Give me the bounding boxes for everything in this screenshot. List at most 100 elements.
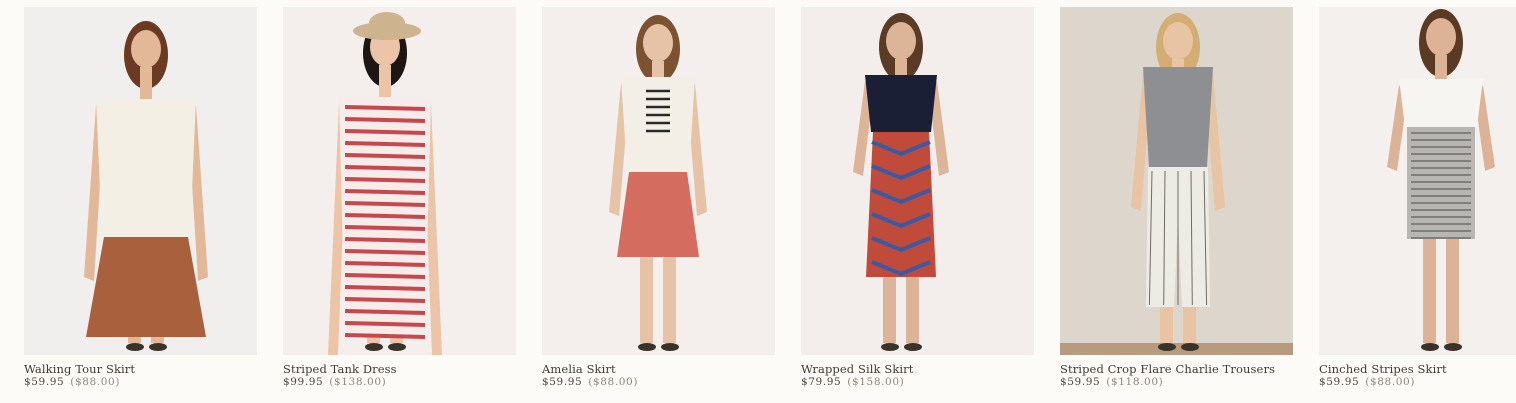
product-price: $79.95 ($158.00) xyxy=(801,376,1034,389)
product-image[interactable] xyxy=(542,7,775,355)
left-shoe xyxy=(638,343,656,351)
product-name[interactable]: Striped Crop Flare Charlie Trousers xyxy=(1060,363,1293,376)
product-image[interactable] xyxy=(1060,7,1293,355)
sale-price: $59.95 xyxy=(24,376,65,388)
product-grid: Walking Tour Skirt $59.95 ($88.00) Strip… xyxy=(0,0,1516,403)
product-name[interactable]: Walking Tour Skirt xyxy=(24,363,257,376)
product-name[interactable]: Amelia Skirt xyxy=(542,363,775,376)
product-card[interactable]: Walking Tour Skirt $59.95 ($88.00) xyxy=(24,7,257,389)
model-photo xyxy=(283,7,516,355)
stripe xyxy=(344,261,426,267)
bottom-garment xyxy=(1407,127,1475,239)
face xyxy=(886,22,916,60)
neck xyxy=(1435,55,1447,83)
model-photo xyxy=(1060,7,1293,355)
sale-price: $79.95 xyxy=(801,376,842,388)
face xyxy=(131,30,161,68)
left-shoe xyxy=(881,343,899,351)
face xyxy=(1163,22,1193,60)
bottom-garment xyxy=(617,172,699,257)
stripe xyxy=(344,165,426,171)
stripe xyxy=(344,105,426,111)
neck xyxy=(140,67,152,103)
product-name[interactable]: Cinched Stripes Skirt xyxy=(1319,363,1516,376)
product-card[interactable]: Wrapped Silk Skirt $79.95 ($158.00) xyxy=(801,7,1034,389)
left-leg xyxy=(1423,235,1436,343)
right-shoe xyxy=(661,343,679,351)
stripe xyxy=(344,225,426,231)
right-shoe xyxy=(1444,343,1462,351)
top-garment xyxy=(96,99,196,237)
left-shoe xyxy=(126,343,144,351)
right-shoe xyxy=(1181,343,1199,351)
stripe xyxy=(344,273,426,279)
original-price: ($88.00) xyxy=(1365,376,1416,388)
stripe xyxy=(344,153,426,159)
sale-price: $99.95 xyxy=(283,376,324,388)
product-image[interactable] xyxy=(24,7,257,355)
left-leg xyxy=(1160,303,1173,343)
left-shoe xyxy=(365,343,383,351)
product-price: $59.95 ($88.00) xyxy=(24,376,257,389)
product-card[interactable]: Striped Crop Flare Charlie Trousers $59.… xyxy=(1060,7,1293,389)
sale-price: $59.95 xyxy=(1060,376,1101,388)
stripe xyxy=(344,297,426,303)
right-leg xyxy=(906,273,919,343)
product-image[interactable] xyxy=(801,7,1034,355)
stripe xyxy=(344,285,426,291)
product-price: $99.95 ($138.00) xyxy=(283,376,516,389)
product-image[interactable] xyxy=(1319,7,1516,355)
product-card[interactable]: Amelia Skirt $59.95 ($88.00) xyxy=(542,7,775,389)
face xyxy=(643,24,673,62)
right-leg xyxy=(1446,235,1459,343)
stripe xyxy=(344,321,426,327)
product-name[interactable]: Wrapped Silk Skirt xyxy=(801,363,1034,376)
product-price: $59.95 ($88.00) xyxy=(1319,376,1516,389)
stripe xyxy=(344,237,426,243)
original-price: ($88.00) xyxy=(588,376,639,388)
stripe xyxy=(344,141,426,147)
product-price: $59.95 ($88.00) xyxy=(542,376,775,389)
right-shoe xyxy=(149,343,167,351)
sale-price: $59.95 xyxy=(542,376,583,388)
stripe xyxy=(344,177,426,183)
stripe xyxy=(344,333,426,339)
stripe xyxy=(344,213,426,219)
bottom-garment xyxy=(86,237,206,337)
left-shoe xyxy=(1158,343,1176,351)
left-leg xyxy=(883,273,896,343)
right-leg xyxy=(1183,303,1196,343)
product-card[interactable]: Striped Tank Dress $99.95 ($138.00) xyxy=(283,7,516,389)
left-shoe xyxy=(1421,343,1439,351)
model-photo xyxy=(542,7,775,355)
product-name[interactable]: Striped Tank Dress xyxy=(283,363,516,376)
product-card[interactable]: Cinched Stripes Skirt $59.95 ($88.00) xyxy=(1319,7,1516,389)
floor xyxy=(1060,343,1293,355)
product-price: $59.95 ($118.00) xyxy=(1060,376,1293,389)
stripe xyxy=(344,201,426,207)
product-image[interactable] xyxy=(283,7,516,355)
original-price: ($118.00) xyxy=(1106,376,1164,388)
stripe xyxy=(344,309,426,315)
stripe xyxy=(344,189,426,195)
original-price: ($158.00) xyxy=(847,376,905,388)
right-shoe xyxy=(388,343,406,351)
sale-price: $59.95 xyxy=(1319,376,1360,388)
top-garment xyxy=(1399,79,1483,127)
right-leg xyxy=(663,253,676,343)
face xyxy=(1426,18,1456,56)
top-garment xyxy=(1143,67,1213,167)
top-garment xyxy=(865,75,937,132)
original-price: ($138.00) xyxy=(329,376,387,388)
stripe xyxy=(344,117,426,123)
stripe xyxy=(344,129,426,135)
hat-crown xyxy=(369,12,405,34)
left-leg xyxy=(640,253,653,343)
model-photo xyxy=(801,7,1034,355)
neck xyxy=(379,65,391,101)
model-photo xyxy=(1319,7,1516,355)
stripe xyxy=(344,249,426,255)
right-shoe xyxy=(904,343,922,351)
original-price: ($88.00) xyxy=(70,376,121,388)
model-photo xyxy=(24,7,257,355)
